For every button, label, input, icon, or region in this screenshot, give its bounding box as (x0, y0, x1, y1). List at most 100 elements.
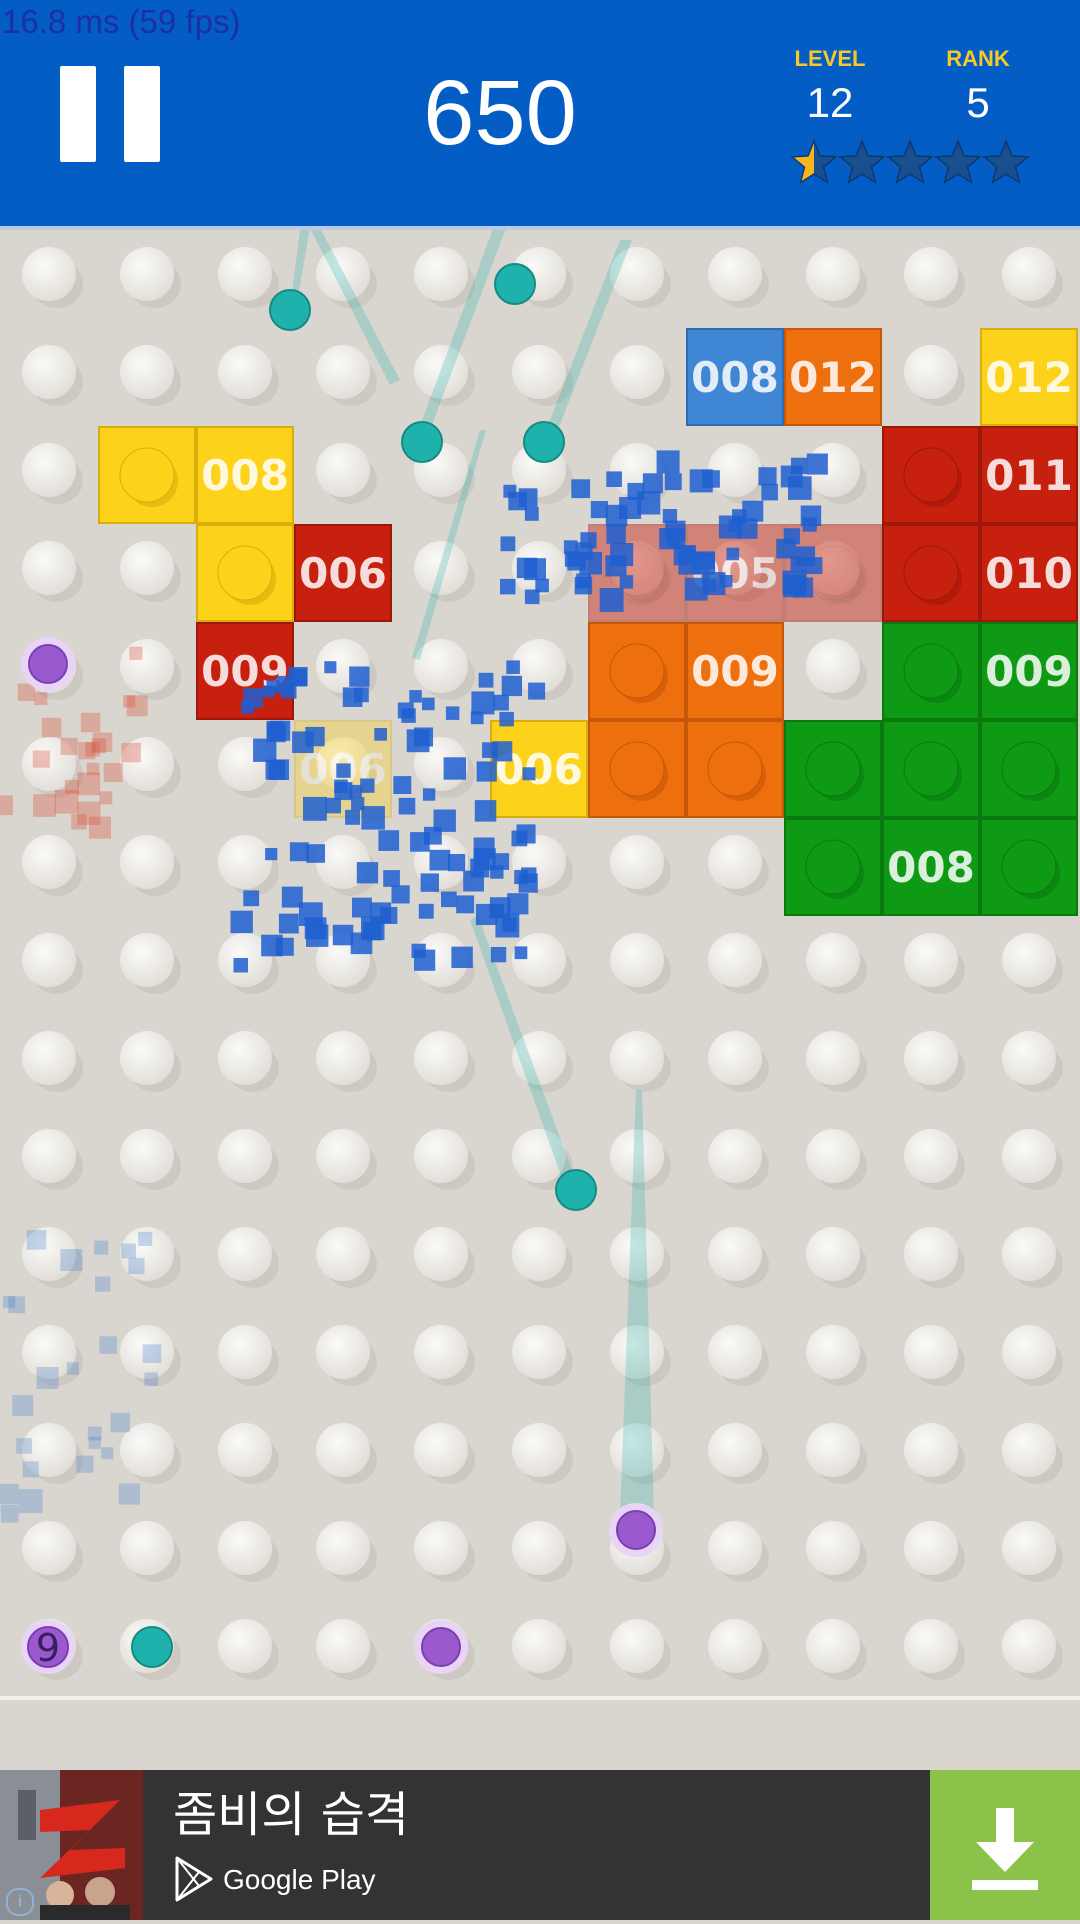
brick-block (588, 622, 686, 720)
stud (218, 247, 272, 301)
stud (316, 1325, 370, 1379)
pause-button[interactable] (40, 50, 180, 180)
stud (512, 933, 566, 987)
stud (904, 345, 958, 399)
brick-block (882, 426, 980, 524)
brick-block: 009 (980, 622, 1078, 720)
stud (806, 1227, 860, 1281)
brick-block (784, 818, 882, 916)
download-icon (972, 1808, 1038, 1890)
stud (218, 1129, 272, 1183)
stud (1002, 1325, 1056, 1379)
ball (523, 421, 565, 463)
block-hit-count: 011 (985, 451, 1073, 500)
stud (120, 1129, 174, 1183)
stud (414, 1129, 468, 1183)
stud (904, 1227, 958, 1281)
ad-title[interactable]: 좀비의 습격 (173, 1782, 409, 1848)
stud (904, 1423, 958, 1477)
stud (22, 443, 76, 497)
stud (218, 1521, 272, 1575)
star-icon (934, 138, 982, 185)
brick-block (784, 720, 882, 818)
stud (708, 1129, 762, 1183)
stud (1002, 247, 1056, 301)
stud (218, 1031, 272, 1085)
score-display: 650 (423, 62, 577, 164)
top-bar: 16.8 ms (59 fps) 650 LEVEL 12 RANK 5 (0, 0, 1080, 226)
stud (316, 443, 370, 497)
game-board[interactable]: 0080120120080110060050100090090090060060… (0, 230, 1080, 1700)
play-store-icon (175, 1856, 213, 1902)
frame-rate-readout: 16.8 ms (59 fps) (2, 3, 241, 40)
ad-info-icon[interactable]: i (6, 1888, 34, 1916)
launch-line (0, 1696, 1080, 1700)
brick-block: 010 (980, 524, 1078, 622)
stud (610, 933, 664, 987)
google-play-badge[interactable]: Google Play (173, 1856, 393, 1904)
brick-block: 011 (980, 426, 1078, 524)
brick-block (588, 720, 686, 818)
ad-banner[interactable]: i 좀비의 습격 Google Play (0, 1770, 1080, 1920)
stud (120, 933, 174, 987)
stud (22, 1031, 76, 1085)
stud (708, 1619, 762, 1673)
stud (1002, 933, 1056, 987)
stud (1002, 1031, 1056, 1085)
block-hit-count: 010 (985, 549, 1073, 598)
stud (708, 835, 762, 889)
brick-block (882, 524, 980, 622)
stud (1002, 1129, 1056, 1183)
stud (218, 1619, 272, 1673)
stud (218, 1325, 272, 1379)
stud (708, 1031, 762, 1085)
star-icon (838, 138, 886, 185)
powerup-ball (616, 1510, 656, 1550)
powerup-ball (421, 1627, 461, 1667)
block-hit-count: 009 (985, 647, 1073, 696)
stud (610, 835, 664, 889)
stud (1002, 1423, 1056, 1477)
brick-block: 006 (294, 524, 392, 622)
stud (22, 933, 76, 987)
rank-value: 5 (966, 79, 990, 126)
stud (708, 247, 762, 301)
stud (512, 1423, 566, 1477)
stud (22, 541, 76, 595)
block-hit-count: 008 (887, 843, 975, 892)
stud (414, 1325, 468, 1379)
brick-block: 012 (980, 328, 1078, 426)
stud (120, 247, 174, 301)
ad-download-button[interactable] (930, 1770, 1080, 1920)
stud (610, 1619, 664, 1673)
brick-block: 006 (490, 720, 588, 818)
star-icon (982, 138, 1030, 185)
stud (708, 1423, 762, 1477)
brick-block (98, 426, 196, 524)
block-hit-count: 008 (691, 353, 779, 402)
ball-launcher[interactable]: 9 (21, 1620, 75, 1674)
stud (120, 835, 174, 889)
balls-remaining: 9 (36, 1626, 60, 1670)
stud (120, 345, 174, 399)
brick-block (980, 720, 1078, 818)
stud (708, 933, 762, 987)
stud (316, 1129, 370, 1183)
ball (131, 1626, 173, 1668)
stud (120, 639, 174, 693)
stud (708, 1521, 762, 1575)
stud (512, 1619, 566, 1673)
block-hit-count: 012 (985, 353, 1073, 402)
brick-block (686, 720, 784, 818)
brick-block: 008 (686, 328, 784, 426)
ball (401, 421, 443, 463)
star-icon (886, 138, 934, 185)
ball (269, 289, 311, 331)
star-rating (790, 138, 1030, 185)
brick-block (882, 720, 980, 818)
stud (904, 1325, 958, 1379)
stud (512, 1227, 566, 1281)
stud (806, 1619, 860, 1673)
brick-block (980, 818, 1078, 916)
stud (22, 835, 76, 889)
